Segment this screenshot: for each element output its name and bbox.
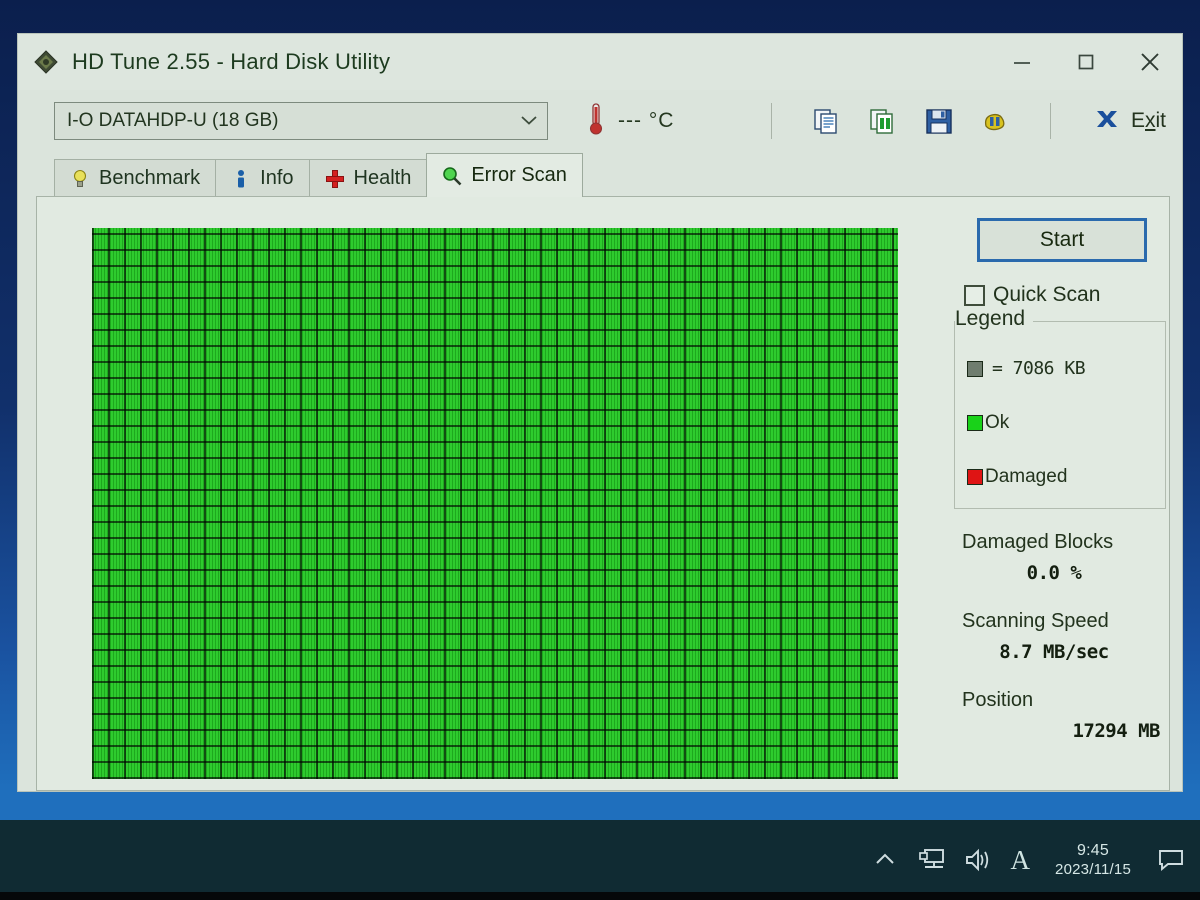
toolbar-separator-left bbox=[770, 103, 772, 139]
tab-benchmark[interactable]: Benchmark bbox=[54, 159, 217, 197]
temperature-display: --- °C bbox=[588, 102, 674, 141]
taskbar: A 9:45 2023/11/15 bbox=[0, 820, 1200, 900]
legend-block-size: = 7086 KB bbox=[967, 358, 1086, 379]
stat-position: Position 17294 MB bbox=[962, 689, 1161, 742]
temperature-value: --- °C bbox=[618, 109, 675, 132]
copy-report-button[interactable] bbox=[866, 104, 900, 138]
minimize-button[interactable] bbox=[990, 34, 1054, 90]
stat-damaged-blocks: Damaged Blocks 0.0 % bbox=[962, 531, 1160, 584]
ok-swatch-icon bbox=[967, 415, 983, 431]
chevron-down-icon bbox=[519, 111, 539, 131]
stat-scanning-speed: Scanning Speed 8.7 MB/sec bbox=[962, 610, 1160, 663]
red-cross-icon bbox=[325, 169, 345, 189]
toolbar-buttons: Exit bbox=[755, 103, 1166, 139]
tab-health-label: Health bbox=[353, 167, 412, 189]
thermometer-icon bbox=[588, 102, 604, 141]
title-bar: HD Tune 2.55 - Hard Disk Utility bbox=[18, 34, 1182, 90]
stat-damaged-blocks-label: Damaged Blocks bbox=[962, 531, 1114, 553]
tab-strip: Benchmark Info Health Error Scan bbox=[18, 152, 1182, 197]
damaged-swatch-icon bbox=[967, 469, 983, 485]
exit-button[interactable]: Exit bbox=[1093, 105, 1166, 138]
block-size-swatch-icon bbox=[967, 360, 983, 377]
magnifier-icon bbox=[442, 166, 462, 186]
lightbulb-icon bbox=[70, 169, 90, 189]
error-scan-sidebar: Start Quick Scan Legend = 7086 KB Ok Dam… bbox=[942, 197, 1182, 790]
tab-info-label: Info bbox=[260, 167, 294, 189]
legend-damaged: Damaged bbox=[967, 466, 1067, 488]
network-icon[interactable] bbox=[917, 845, 947, 875]
legend-title: Legend bbox=[955, 307, 1034, 331]
tab-info[interactable]: Info bbox=[215, 159, 310, 197]
stat-scanning-speed-label: Scanning Speed bbox=[962, 610, 1109, 632]
drive-select-value: I-O DATAHDP-U (18 GB) bbox=[67, 110, 279, 131]
scan-block-map-grid bbox=[92, 228, 898, 779]
start-button[interactable]: Start bbox=[977, 218, 1147, 262]
exit-button-label: Exit bbox=[1130, 109, 1166, 132]
options-button[interactable] bbox=[978, 104, 1012, 138]
quick-scan-label: Quick Scan bbox=[993, 283, 1101, 306]
error-scan-panel: Start Quick Scan Legend = 7086 KB Ok Dam… bbox=[36, 196, 1170, 791]
toolbar: I-O DATAHDP-U (18 GB) --- °C Exit bbox=[18, 90, 1182, 152]
exit-x-icon bbox=[1093, 105, 1121, 138]
toolbar-separator-right bbox=[1049, 103, 1051, 139]
taskbar-bottom-edge bbox=[0, 892, 1200, 900]
show-hidden-icons-chevron-icon[interactable] bbox=[870, 845, 900, 875]
legend-block-size-label: = 7086 KB bbox=[992, 358, 1086, 379]
stat-scanning-speed-value: 8.7 MB/sec bbox=[999, 641, 1109, 663]
stat-position-label: Position bbox=[962, 689, 1034, 711]
taskbar-time: 9:45 bbox=[1077, 841, 1109, 859]
system-tray: A 9:45 2023/11/15 bbox=[870, 841, 1186, 880]
legend-damaged-label: Damaged bbox=[985, 466, 1068, 487]
copy-button[interactable] bbox=[810, 104, 844, 138]
stat-damaged-blocks-value: 0.0 % bbox=[1026, 562, 1082, 584]
quick-scan-checkbox-box[interactable] bbox=[964, 284, 985, 306]
tab-benchmark-label: Benchmark bbox=[99, 167, 201, 189]
legend-group: Legend = 7086 KB Ok Damaged bbox=[954, 307, 1166, 509]
tab-error-scan-label: Error Scan bbox=[471, 164, 567, 186]
taskbar-date: 2023/11/15 bbox=[1055, 860, 1131, 878]
legend-ok-label: Ok bbox=[985, 412, 1010, 433]
page-title: HD Tune 2.55 - Hard Disk Utility bbox=[72, 49, 391, 74]
stat-position-value: 17294 MB bbox=[1072, 720, 1160, 742]
scan-stats: Damaged Blocks 0.0 % Scanning Speed 8.7 … bbox=[948, 531, 1176, 742]
legend-ok: Ok bbox=[967, 412, 1009, 434]
hdtune-diamond-icon bbox=[32, 48, 60, 76]
action-center-icon[interactable] bbox=[1156, 845, 1186, 875]
tab-health[interactable]: Health bbox=[308, 159, 428, 197]
drive-select[interactable]: I-O DATAHDP-U (18 GB) bbox=[54, 102, 548, 140]
hdtune-window: HD Tune 2.55 - Hard Disk Utility I-O DAT… bbox=[18, 34, 1182, 791]
ime-mode-indicator[interactable]: A bbox=[1011, 846, 1031, 874]
close-button[interactable] bbox=[1118, 34, 1182, 90]
scan-block-map[interactable] bbox=[92, 228, 898, 779]
info-person-icon bbox=[231, 169, 251, 189]
quick-scan-checkbox[interactable]: Quick Scan bbox=[964, 283, 1176, 307]
maximize-button[interactable] bbox=[1054, 34, 1118, 90]
save-button[interactable] bbox=[922, 104, 956, 138]
taskbar-clock[interactable]: 9:45 2023/11/15 bbox=[1055, 841, 1131, 880]
tab-error-scan[interactable]: Error Scan bbox=[426, 153, 583, 197]
volume-icon[interactable] bbox=[964, 845, 994, 875]
